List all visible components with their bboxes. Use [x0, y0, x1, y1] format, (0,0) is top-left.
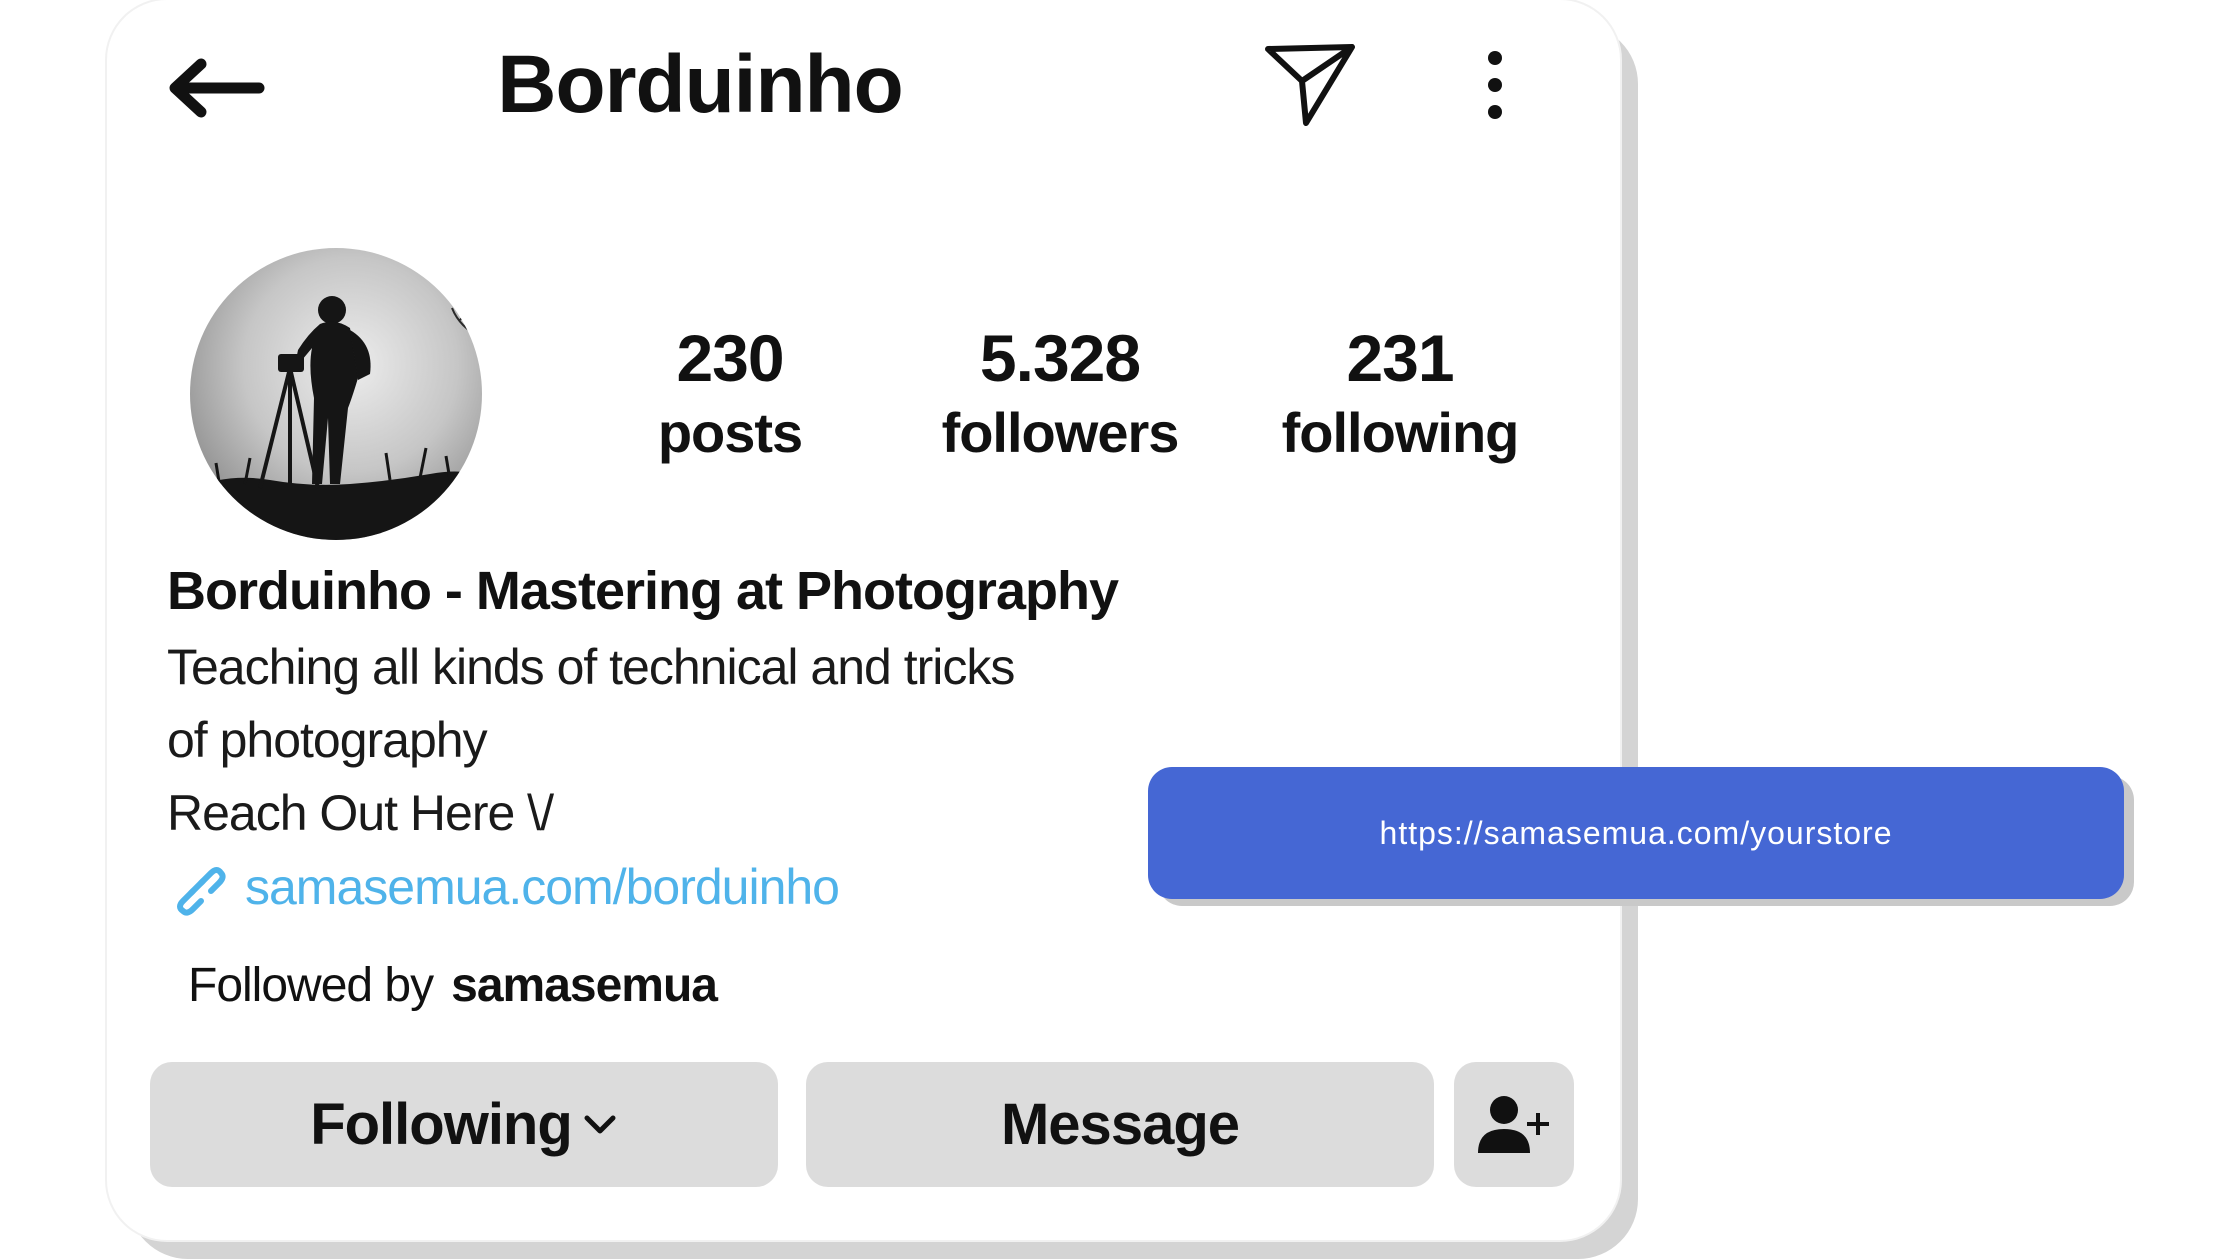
photographer-silhouette — [190, 248, 482, 540]
bio-line: Teaching all kinds of technical and tric… — [167, 639, 1015, 695]
store-url-button[interactable]: https://samasemua.com/yourstore — [1148, 767, 2124, 899]
add-user-button[interactable] — [1454, 1062, 1574, 1187]
followed-by-user: samasemua — [451, 959, 718, 1012]
send-message-button[interactable] — [1260, 35, 1360, 135]
store-url-text: https://samasemua.com/yourstore — [1379, 814, 1893, 851]
bio-line: Reach Out Here \/ — [167, 785, 554, 841]
posts-label: posts — [657, 401, 803, 464]
following-button-label: Following — [310, 1092, 573, 1157]
profile-username-title: Borduinho — [497, 39, 903, 130]
add-user-icon — [1478, 1095, 1549, 1153]
more-options-button[interactable] — [1470, 45, 1520, 125]
following-label: following — [1281, 401, 1520, 464]
link-icon — [177, 867, 226, 916]
stat-followers[interactable]: 5.328 followers — [930, 318, 1190, 468]
bio-line: of photography — [167, 712, 488, 768]
profile-display-name: Borduinho - Mastering at Photography — [167, 561, 1119, 621]
message-button-label: Message — [1000, 1092, 1240, 1157]
profile-link[interactable]: samasemua.com/borduinho — [167, 855, 840, 919]
followed-by[interactable]: Followed by samasemua — [188, 958, 718, 1013]
paper-plane-icon — [1265, 44, 1355, 126]
followers-label: followers — [941, 401, 1180, 464]
stat-posts[interactable]: 230 posts — [630, 318, 830, 468]
followers-count: 5.328 — [979, 321, 1141, 395]
profile-link-text: samasemua.com/borduinho — [245, 859, 840, 915]
more-vertical-icon — [1488, 51, 1502, 119]
message-button[interactable]: Message — [806, 1062, 1434, 1187]
following-count: 231 — [1346, 321, 1454, 395]
arrow-left-icon — [169, 58, 265, 117]
chevron-down-icon — [584, 1115, 616, 1133]
posts-count: 230 — [676, 321, 784, 395]
back-button[interactable] — [160, 45, 270, 130]
following-button[interactable]: Following — [150, 1062, 778, 1187]
followed-by-label: Followed by — [188, 959, 434, 1012]
stat-following[interactable]: 231 following — [1270, 318, 1530, 468]
avatar[interactable] — [190, 248, 482, 540]
